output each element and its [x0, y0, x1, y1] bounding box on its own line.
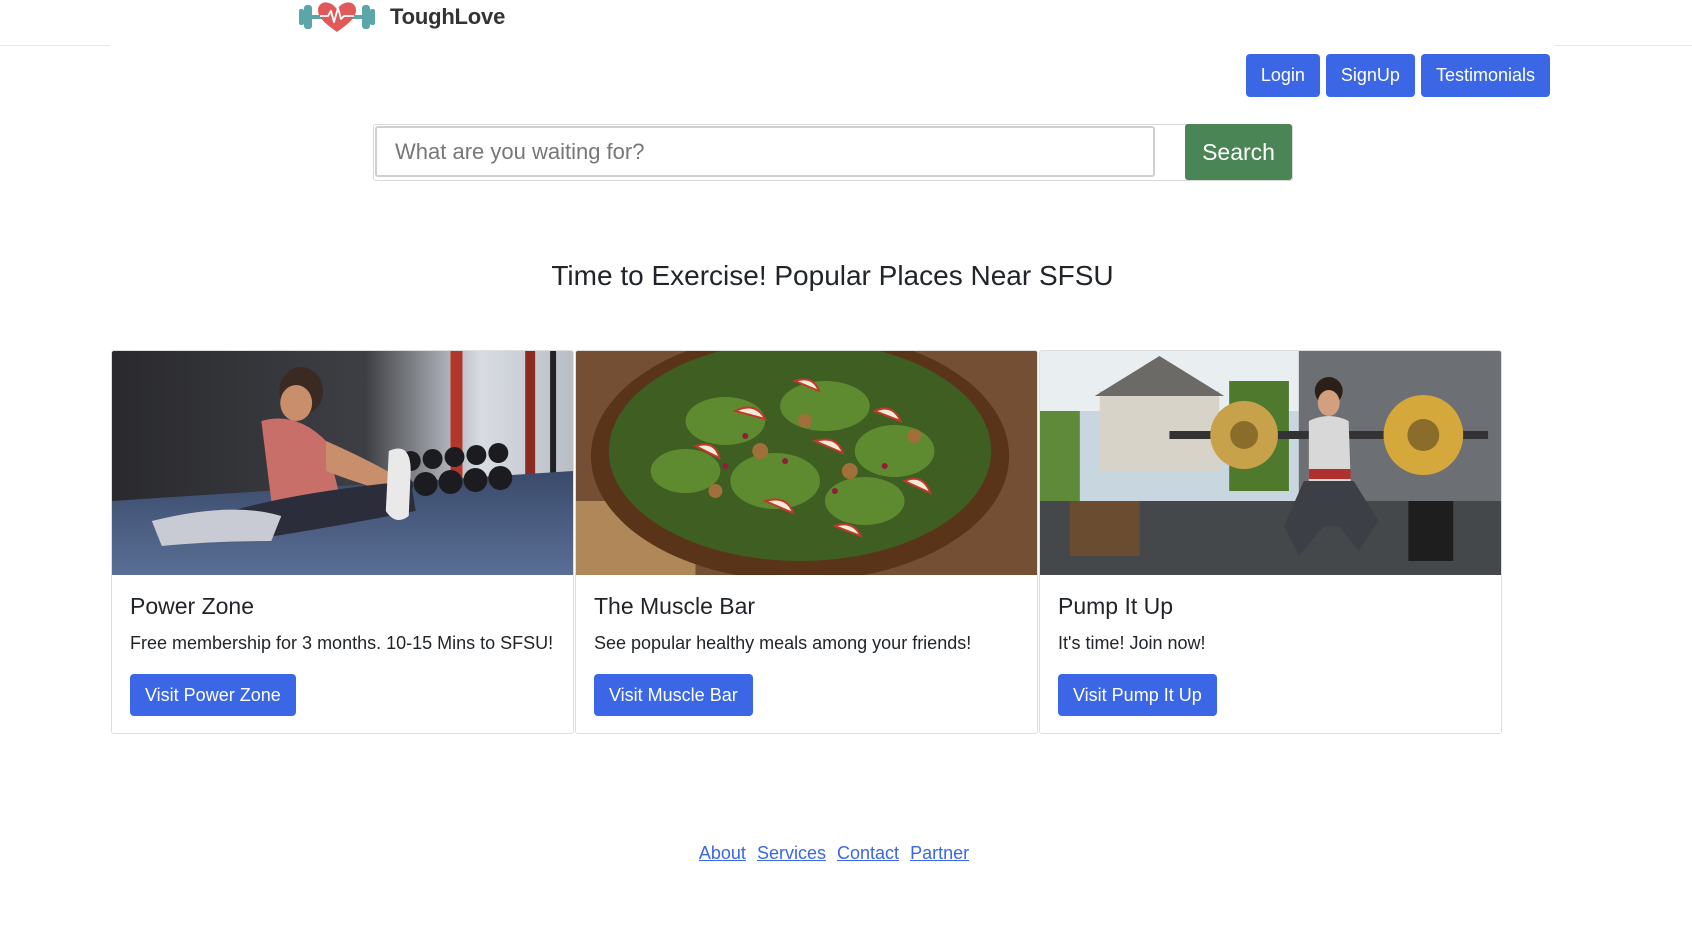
card-text: Free membership for 3 months. 10-15 Mins…: [130, 633, 554, 653]
footer-link-about[interactable]: About: [699, 843, 746, 863]
visit-muscle-bar-button[interactable]: Visit Muscle Bar: [594, 674, 753, 716]
navbar-divider-gap: [110, 44, 1555, 47]
footer: About Services Contact Partner: [0, 843, 1668, 864]
page-headline: Time to Exercise! Popular Places Near SF…: [551, 260, 1114, 291]
search-input[interactable]: [375, 126, 1155, 177]
card-text: See popular healthy meals among your fri…: [594, 633, 972, 653]
card-power-zone: Power Zone Free membership for 3 months.…: [111, 350, 574, 734]
testimonials-button[interactable]: Testimonials: [1420, 54, 1550, 97]
visit-pump-it-up-button[interactable]: Visit Pump It Up: [1058, 674, 1217, 716]
login-button[interactable]: Login: [1245, 54, 1320, 97]
top-navbar: ToughLove: [0, 0, 1692, 46]
card-title: Power Zone: [130, 593, 255, 619]
card-title: The Muscle Bar: [594, 593, 756, 619]
signup-button[interactable]: SignUp: [1325, 54, 1415, 97]
card-pump-it-up: Pump It Up It's time! Join now! Visit Pu…: [1039, 350, 1502, 734]
search-bar: Search: [373, 124, 1293, 181]
card-title: Pump It Up: [1058, 593, 1174, 619]
card-muscle-bar: The Muscle Bar See popular healthy meals…: [575, 350, 1038, 734]
footer-link-services[interactable]: Services: [757, 843, 826, 863]
card-text: It's time! Join now!: [1058, 633, 1206, 653]
dumbbell-heart-icon: [299, 2, 375, 32]
visit-power-zone-button[interactable]: Visit Power Zone: [130, 674, 296, 716]
footer-link-partner[interactable]: Partner: [910, 843, 969, 863]
woman-barbell-squat-garage-photo: [1040, 351, 1501, 575]
spinach-apple-salad-photo: [576, 351, 1037, 575]
footer-link-contact[interactable]: Contact: [837, 843, 899, 863]
woman-stretching-gym-photo: [112, 351, 573, 575]
search-button[interactable]: Search: [1185, 124, 1292, 180]
brand-name: ToughLove: [390, 4, 506, 29]
places-cards: Power Zone Free membership for 3 months.…: [111, 350, 1503, 734]
auth-nav: Login SignUp Testimonials: [1245, 54, 1550, 97]
brand[interactable]: ToughLove: [298, 0, 505, 34]
